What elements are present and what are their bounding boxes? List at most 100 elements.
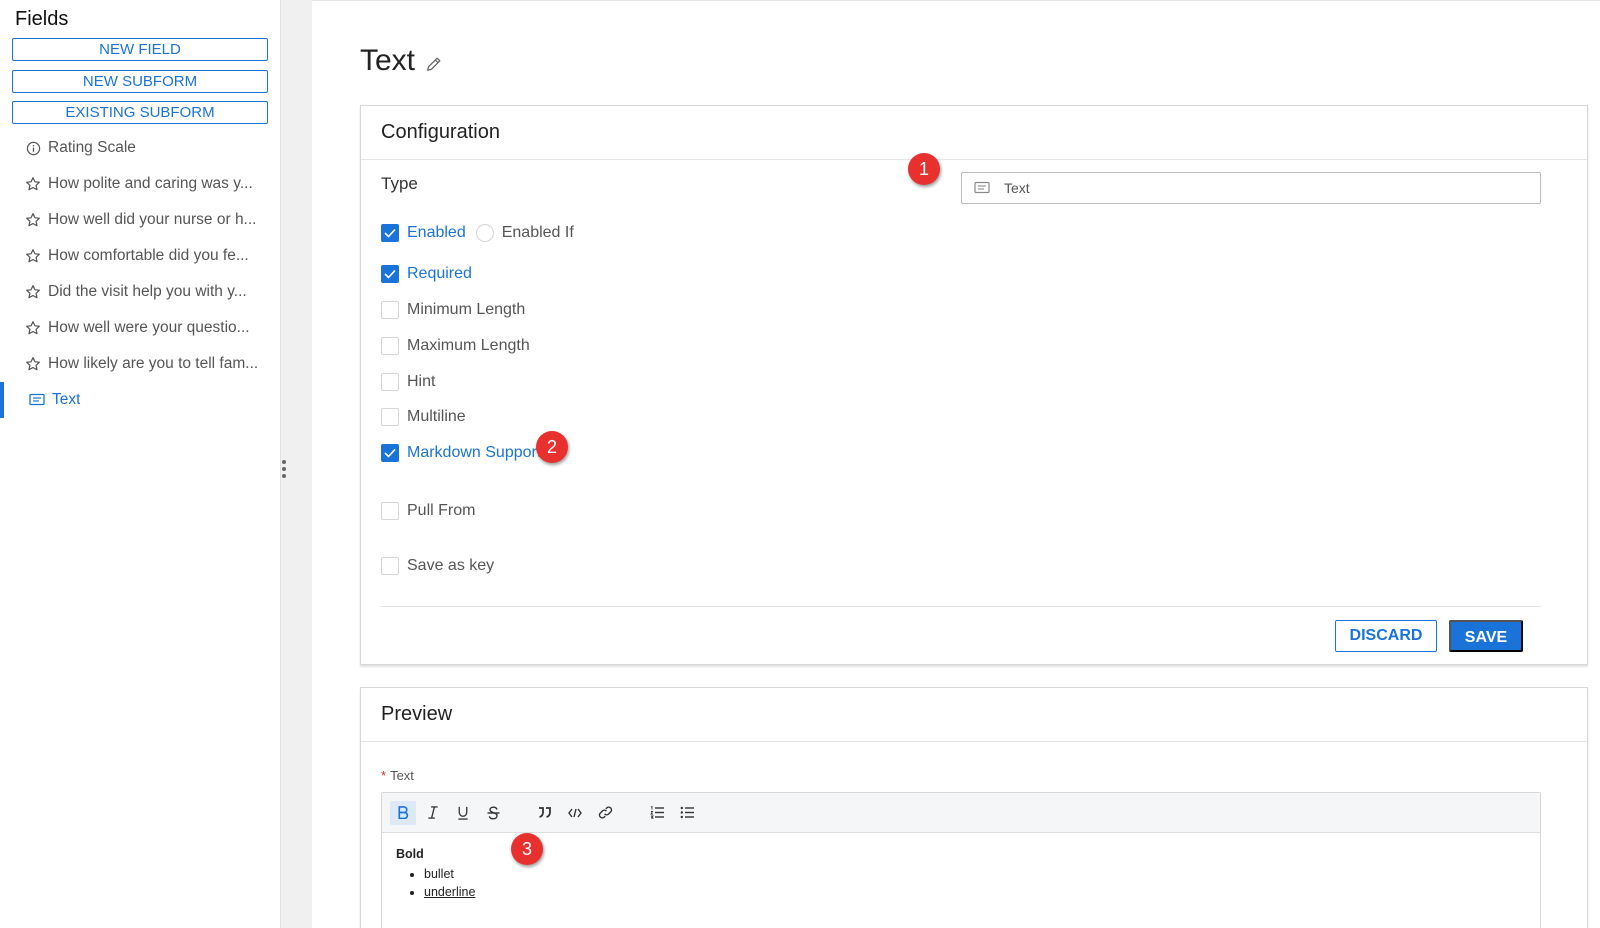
required-option: Required bbox=[381, 265, 472, 283]
field-item-comfortable[interactable]: How comfortable did you fe... bbox=[0, 238, 280, 274]
new-field-button[interactable]: NEW FIELD bbox=[12, 38, 268, 61]
divider bbox=[381, 606, 1541, 607]
editor-content[interactable]: Bold bullet underline bbox=[382, 833, 1540, 901]
page-title-text: Text bbox=[360, 44, 416, 77]
multiline-label[interactable]: Multiline bbox=[407, 408, 466, 426]
field-item-text[interactable]: Text bbox=[0, 382, 280, 418]
enabled-checkbox[interactable] bbox=[381, 224, 399, 242]
multiline-checkbox[interactable] bbox=[381, 408, 399, 426]
maximum-length-option: Maximum Length bbox=[381, 337, 530, 355]
field-item-label: How polite and caring was y... bbox=[48, 175, 253, 192]
preview-card: Preview * Text Bold • bullet • underline bbox=[360, 687, 1588, 928]
annotation-badge-3: 3 bbox=[511, 833, 543, 865]
field-item-label: Rating Scale bbox=[48, 139, 136, 156]
minimum-length-option: Minimum Length bbox=[381, 301, 525, 319]
field-item-nurse[interactable]: How well did your nurse or h... bbox=[0, 202, 280, 238]
markdown-support-option: Markdown Support bbox=[381, 444, 541, 462]
hint-label[interactable]: Hint bbox=[407, 373, 435, 391]
star-icon bbox=[24, 319, 42, 337]
type-select[interactable]: Text bbox=[961, 172, 1541, 204]
preview-header: Preview bbox=[361, 688, 1587, 742]
page-title: Text bbox=[360, 41, 443, 81]
required-checkbox[interactable] bbox=[381, 265, 399, 283]
field-item-tell-family[interactable]: How likely are you to tell fam... bbox=[0, 346, 280, 382]
enabled-label[interactable]: Enabled bbox=[407, 224, 466, 242]
star-icon bbox=[24, 355, 42, 373]
field-item-rating-scale[interactable]: Rating Scale bbox=[0, 130, 280, 166]
enabled-if-radio[interactable] bbox=[475, 224, 494, 242]
numbered-list-icon[interactable] bbox=[644, 801, 670, 825]
star-icon bbox=[24, 211, 42, 229]
field-item-label: Did the visit help you with y... bbox=[48, 283, 247, 300]
code-icon[interactable] bbox=[562, 801, 588, 825]
required-label[interactable]: Required bbox=[407, 265, 472, 283]
discard-button[interactable]: DISCARD bbox=[1335, 620, 1437, 652]
minimum-length-checkbox[interactable] bbox=[381, 301, 399, 319]
list-item: bullet bbox=[424, 865, 1540, 883]
field-item-polite[interactable]: How polite and caring was y... bbox=[0, 166, 280, 202]
required-mark: * bbox=[381, 768, 387, 783]
save-as-key-label[interactable]: Save as key bbox=[407, 557, 494, 575]
strikethrough-icon[interactable] bbox=[480, 801, 506, 825]
markdown-support-label[interactable]: Markdown Support bbox=[407, 444, 541, 462]
content-bold-text: Bold bbox=[396, 847, 424, 861]
annotation-badge-1: 1 bbox=[908, 153, 940, 185]
field-item-label: How comfortable did you fe... bbox=[48, 247, 249, 264]
existing-subform-button[interactable]: EXISTING SUBFORM bbox=[12, 101, 268, 124]
type-select-value: Text bbox=[1004, 180, 1030, 196]
maximum-length-label[interactable]: Maximum Length bbox=[407, 337, 530, 355]
underline-icon[interactable] bbox=[450, 801, 476, 825]
text-field-icon bbox=[28, 391, 46, 409]
markdown-support-checkbox[interactable] bbox=[381, 444, 399, 462]
checkmark-icon bbox=[384, 228, 396, 238]
italic-icon[interactable] bbox=[420, 801, 446, 825]
save-button[interactable]: SAVE bbox=[1449, 620, 1523, 652]
save-as-key-option: Save as key bbox=[381, 557, 494, 575]
main-panel: Text Configuration Type Text Enabled Ena… bbox=[312, 0, 1600, 928]
fields-sidebar: Fields NEW FIELD NEW SUBFORM EXISTING SU… bbox=[0, 0, 280, 928]
hint-checkbox[interactable] bbox=[381, 373, 399, 391]
text-field-icon bbox=[974, 181, 990, 195]
bullet-list-icon[interactable] bbox=[674, 801, 700, 825]
new-subform-button[interactable]: NEW SUBFORM bbox=[12, 70, 268, 93]
editor-toolbar bbox=[382, 793, 1540, 833]
field-item-visit-help[interactable]: Did the visit help you with y... bbox=[0, 274, 280, 310]
checkmark-icon bbox=[384, 448, 396, 458]
star-icon bbox=[24, 283, 42, 301]
enabled-option: Enabled Enabled If bbox=[381, 224, 574, 242]
field-item-label: How well did your nurse or h... bbox=[48, 211, 257, 228]
configuration-header: Configuration bbox=[361, 106, 1587, 160]
sidebar-title: Fields bbox=[15, 8, 69, 30]
star-icon bbox=[24, 175, 42, 193]
field-item-label: How well were your questio... bbox=[48, 319, 250, 336]
minimum-length-label[interactable]: Minimum Length bbox=[407, 301, 525, 319]
star-icon bbox=[24, 247, 42, 265]
markdown-editor: Bold bullet underline bbox=[381, 792, 1541, 928]
type-label: Type bbox=[381, 174, 418, 193]
field-item-label: Text bbox=[52, 391, 81, 408]
quote-icon[interactable] bbox=[532, 801, 558, 825]
checkmark-icon bbox=[384, 269, 396, 279]
splitter-handle-icon[interactable] bbox=[282, 460, 286, 484]
pull-from-label[interactable]: Pull From bbox=[407, 502, 475, 520]
multiline-option: Multiline bbox=[381, 408, 466, 426]
configuration-card: Configuration Type Text Enabled Enabled … bbox=[360, 105, 1588, 665]
hint-option: Hint bbox=[381, 373, 435, 391]
preview-field-label-text: Text bbox=[390, 768, 414, 783]
pull-from-option: Pull From bbox=[381, 502, 475, 520]
field-list: Rating Scale How polite and caring was y… bbox=[0, 130, 280, 418]
pencil-icon[interactable] bbox=[425, 47, 443, 81]
link-icon[interactable] bbox=[592, 801, 618, 825]
maximum-length-checkbox[interactable] bbox=[381, 337, 399, 355]
save-as-key-checkbox[interactable] bbox=[381, 557, 399, 575]
annotation-badge-2: 2 bbox=[536, 431, 568, 463]
field-item-label: How likely are you to tell fam... bbox=[48, 355, 259, 372]
enabled-if-label[interactable]: Enabled If bbox=[502, 224, 574, 242]
info-circle-icon bbox=[24, 139, 42, 157]
content-bullet-list: bullet underline bbox=[424, 865, 1540, 901]
list-item: underline bbox=[424, 883, 1540, 901]
preview-field-label: * Text bbox=[381, 768, 414, 783]
pull-from-checkbox[interactable] bbox=[381, 502, 399, 520]
field-item-questions[interactable]: How well were your questio... bbox=[0, 310, 280, 346]
bold-icon[interactable] bbox=[390, 800, 416, 825]
